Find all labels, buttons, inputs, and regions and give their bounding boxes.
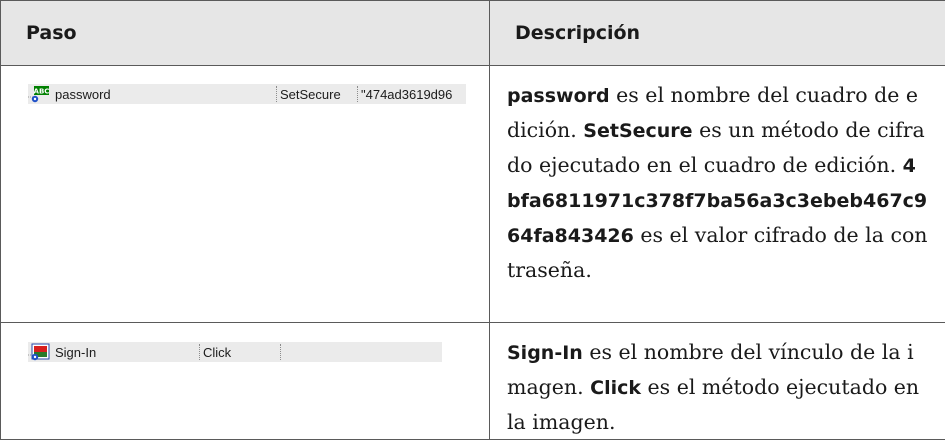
step-object: Sign-In bbox=[28, 343, 196, 361]
step-object-name: password bbox=[55, 87, 111, 102]
step-method: Click bbox=[203, 345, 277, 360]
step-argument: "474ad3619d96 bbox=[361, 87, 452, 102]
edit-box-icon-label: ABC bbox=[34, 87, 50, 95]
description-cell: password es el nombre del cuadro de edic… bbox=[490, 66, 945, 323]
header-description: Descripción bbox=[490, 1, 945, 66]
step-line-password: ABC password SetSecure "474ad3619d96 bbox=[28, 84, 466, 104]
step-object-name: Sign-In bbox=[55, 345, 96, 360]
step-object: ABC password bbox=[28, 85, 273, 103]
table-row: Sign-In Click Sign-In es el nombre del v… bbox=[1, 323, 945, 440]
step-cell: Sign-In Click bbox=[1, 323, 490, 440]
desc-method-name: Click bbox=[590, 377, 641, 399]
column-divider bbox=[280, 344, 281, 360]
desc-method-name: SetSecure bbox=[583, 120, 692, 142]
image-link-icon bbox=[28, 343, 50, 361]
column-divider bbox=[199, 344, 200, 360]
column-divider bbox=[357, 86, 358, 102]
desc-object-name: password bbox=[507, 85, 610, 107]
step-line-sign-in: Sign-In Click bbox=[28, 342, 442, 362]
desc-object-name: Sign-In bbox=[507, 342, 583, 364]
step-cell: ABC password SetSecure "474ad3619d96 bbox=[1, 66, 490, 323]
header-step: Paso bbox=[1, 1, 490, 66]
column-divider bbox=[276, 86, 277, 102]
description-cell: Sign-In es el nombre del vínculo de la i… bbox=[490, 323, 945, 440]
steps-table: Paso Descripción ABC password bbox=[0, 0, 945, 440]
table-row: ABC password SetSecure "474ad3619d96 pas… bbox=[1, 66, 945, 323]
step-method: SetSecure bbox=[280, 87, 354, 102]
header-row: Paso Descripción bbox=[1, 1, 945, 66]
edit-box-icon: ABC bbox=[28, 85, 50, 103]
